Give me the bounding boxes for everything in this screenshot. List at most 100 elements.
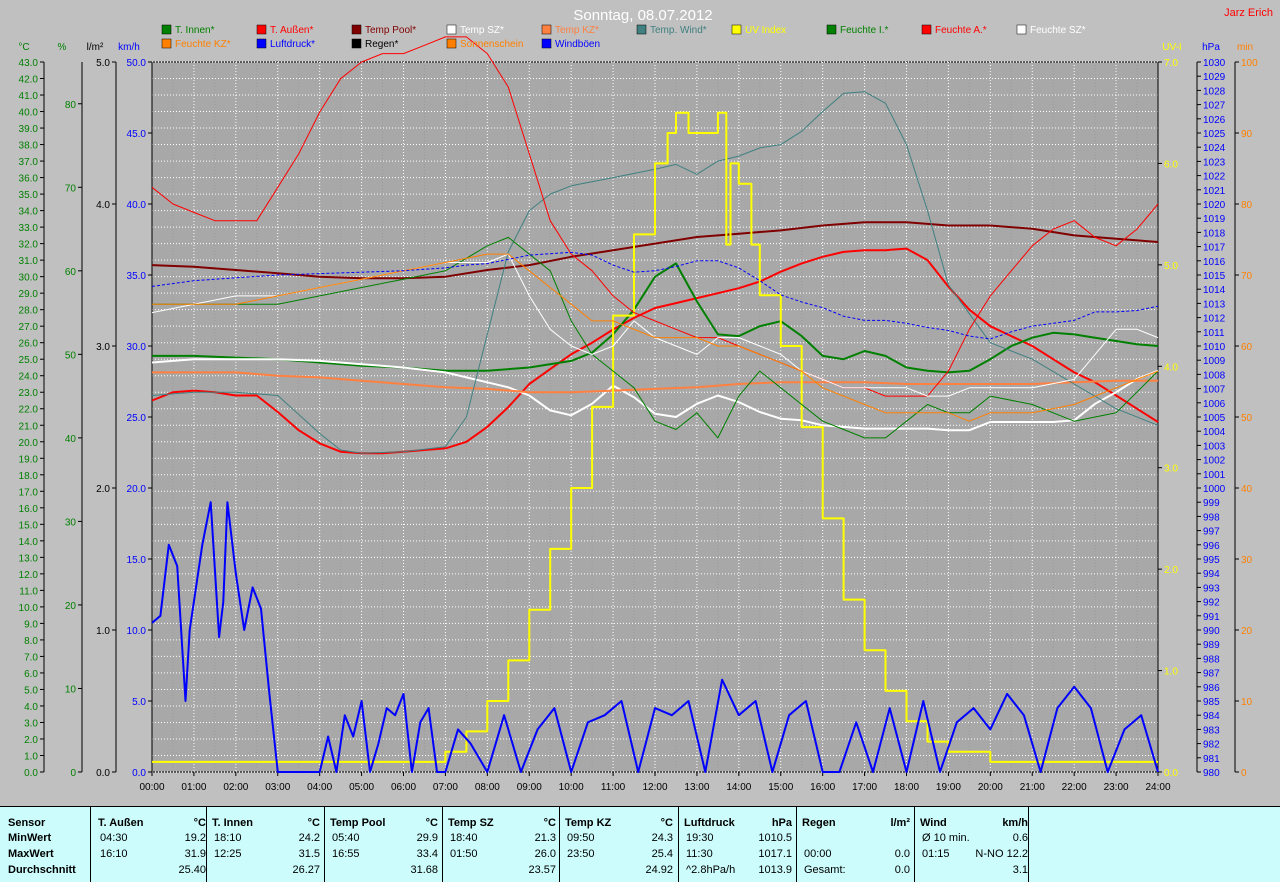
x-tick-label: 10:00: [559, 782, 584, 793]
legend-label: Temp. Wind*: [650, 25, 707, 36]
y-tick-label-rain: 5.0: [96, 58, 110, 69]
y-tick-label-temp: 37.0: [19, 157, 39, 168]
y-tick-label-pressure: 996: [1203, 541, 1220, 552]
y-tick-label-temp: 7.0: [24, 652, 38, 663]
y-tick-label-rain: 2.0: [96, 484, 110, 495]
y-tick-label-temp: 28.0: [19, 306, 39, 317]
y-tick-label-pressure: 980: [1203, 768, 1220, 779]
y-tick-label-pressure: 995: [1203, 555, 1220, 566]
y-tick-label-uv: 5.0: [1164, 261, 1178, 272]
y-tick-label-humidity: 80: [65, 100, 77, 111]
y-tick-label-temp: 34.0: [19, 207, 39, 218]
table-cell-value: 31.9: [184, 848, 206, 860]
legend-swatch: [161, 38, 172, 49]
y-tick-label-sunshine: 90: [1241, 129, 1253, 140]
legend-label: Temp SZ*: [460, 25, 504, 36]
y-tick-label-pressure: 1025: [1203, 129, 1226, 140]
table-header-unit: km/h: [1002, 817, 1028, 829]
legend-swatch: [731, 24, 742, 35]
x-tick-label: 07:00: [433, 782, 458, 793]
y-tick-label-temp: 26.0: [19, 339, 39, 350]
table-divider: [796, 807, 797, 882]
summary-table: Sensor T. Außen °C T. Innen °C Temp Pool °C Tem…: [0, 806, 1280, 882]
table-cell-value: 0.0: [894, 864, 910, 876]
legend-swatch: [636, 24, 647, 35]
table-cell-value: 1010.5: [758, 832, 792, 844]
y-tick-label-pressure: 1013: [1203, 299, 1226, 310]
table-divider: [559, 807, 560, 882]
y-tick-label-pressure: 1016: [1203, 257, 1226, 268]
y-tick-label-pressure: 1010: [1203, 342, 1226, 353]
y-tick-label-pressure: 1018: [1203, 228, 1226, 239]
y-tick-label-temp: 13.0: [19, 553, 39, 564]
x-tick-label: 16:00: [810, 782, 835, 793]
y-tick-label-temp: 21.0: [19, 421, 39, 432]
y-tick-label-rain: 0.0: [96, 768, 110, 779]
legend-swatch: [256, 38, 267, 49]
table-header-unit: l/m²: [890, 817, 910, 829]
table-cell-value: 1013.9: [758, 864, 792, 876]
y-tick-label-pressure: 989: [1203, 640, 1220, 651]
table-header-unit: °C: [543, 817, 556, 829]
y-tick-label-pressure: 1001: [1203, 470, 1226, 481]
y-tick-label-pressure: 1000: [1203, 484, 1226, 495]
chart-title: Sonntag, 08.07.2012: [573, 7, 712, 24]
x-tick-label: 02:00: [223, 782, 248, 793]
y-tick-label-temp: 15.0: [19, 520, 39, 531]
y-tick-label-temp: 41.0: [19, 91, 39, 102]
y-tick-label-pressure: 983: [1203, 725, 1220, 736]
y-tick-label-humidity: 10: [65, 684, 77, 695]
y-tick-label-temp: 12.0: [19, 570, 39, 581]
legend-label: UV Index: [745, 25, 786, 36]
legend-label: Temp Pool*: [365, 25, 416, 36]
y-tick-label-pressure: 985: [1203, 697, 1220, 708]
y-tick-label-pressure: 984: [1203, 711, 1220, 722]
y-axis-unit-pressure: hPa: [1202, 42, 1220, 53]
table-divider: [914, 807, 915, 882]
y-tick-label-sunshine: 30: [1241, 555, 1253, 566]
y-tick-label-pressure: 1007: [1203, 385, 1226, 396]
y-tick-label-sunshine: 70: [1241, 271, 1253, 282]
y-tick-label-sunshine: 20: [1241, 626, 1253, 637]
y-tick-label-wind: 0.0: [132, 768, 146, 779]
table-cell-value: 0.0: [894, 848, 910, 860]
y-tick-label-pressure: 1020: [1203, 200, 1226, 211]
table-divider: [678, 807, 679, 882]
x-tick-label: 13:00: [684, 782, 709, 793]
y-tick-label-pressure: 987: [1203, 669, 1220, 680]
y-tick-label-temp: 39.0: [19, 124, 39, 135]
y-tick-label-wind: 45.0: [127, 129, 147, 140]
table-header-unit: °C: [193, 817, 206, 829]
y-tick-label-wind: 20.0: [127, 484, 147, 495]
y-tick-label-pressure: 992: [1203, 598, 1220, 609]
legend-swatch: [161, 24, 172, 35]
y-tick-label-humidity: 20: [65, 601, 77, 612]
legend-label: Feuchte KZ*: [175, 39, 231, 50]
x-tick-label: 21:00: [1020, 782, 1045, 793]
y-tick-label-pressure: 1008: [1203, 370, 1226, 381]
legend-label: T. Außen*: [270, 25, 313, 36]
x-tick-label: 01:00: [181, 782, 206, 793]
y-tick-label-temp: 32.0: [19, 240, 39, 251]
y-tick-label-temp: 1.0: [24, 751, 38, 762]
y-tick-label-pressure: 1009: [1203, 356, 1226, 367]
y-tick-label-pressure: 993: [1203, 583, 1220, 594]
y-tick-label-humidity: 70: [65, 183, 77, 194]
legend-label: Windböen: [555, 39, 600, 50]
table-header: Sensor: [8, 817, 46, 829]
x-tick-label: 00:00: [139, 782, 164, 793]
y-tick-label-pressure: 1022: [1203, 172, 1226, 183]
y-axis-unit-uv: UV-I: [1162, 42, 1181, 53]
y-tick-label-temp: 11.0: [19, 586, 38, 597]
y-tick-label-temp: 4.0: [24, 702, 38, 713]
table-cell-value: 26.0: [534, 848, 556, 860]
y-tick-label-pressure: 988: [1203, 654, 1220, 665]
y-tick-label-uv: 2.0: [1164, 565, 1178, 576]
table-cell-value: 26.27: [292, 864, 320, 876]
x-tick-label: 09:00: [517, 782, 542, 793]
y-tick-label-temp: 14.0: [19, 537, 39, 548]
y-tick-label-rain: 1.0: [96, 626, 110, 637]
table-cell-value: 31.5: [298, 848, 320, 860]
y-tick-label-temp: 19.0: [19, 454, 39, 465]
table-cell-value: 3.1: [1012, 864, 1028, 876]
